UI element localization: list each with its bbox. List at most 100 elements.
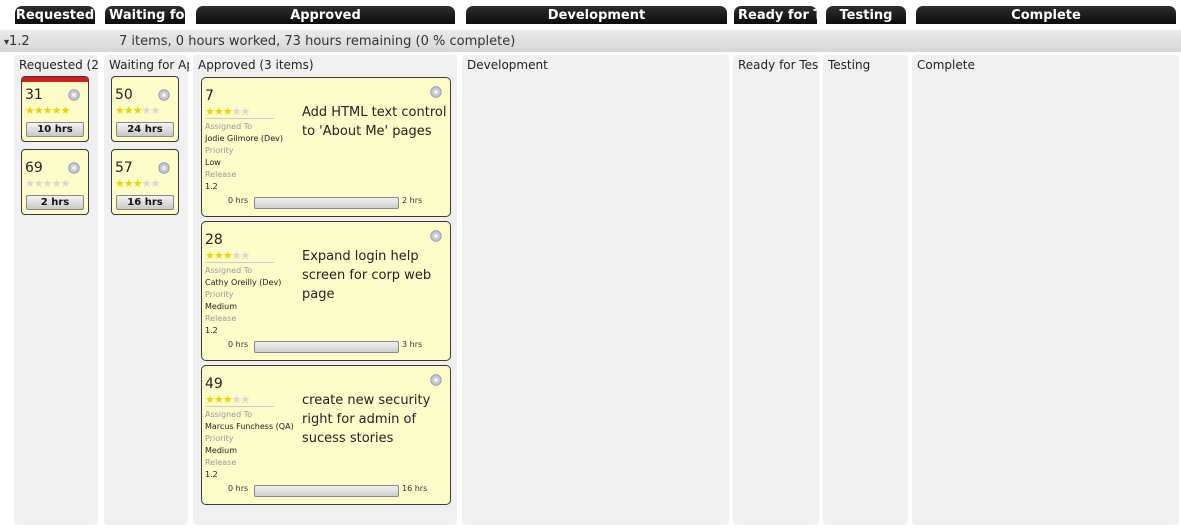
column-development: Development: [462, 55, 729, 525]
star-icon: ★: [25, 104, 35, 117]
swimlane-summary: 7 items, 0 hours worked, 73 hours remain…: [119, 34, 516, 49]
column-title: Testing: [828, 58, 871, 72]
task-card[interactable]: 7 ★★★★★ Assigned To Jodie Gilmore (Dev) …: [201, 77, 451, 217]
star-icon: ★: [222, 393, 233, 406]
star-icon: ★: [213, 105, 224, 118]
progress-bar: [254, 341, 399, 353]
column-ready-for-test: Ready for Testi: [733, 55, 819, 525]
card-id: 7: [205, 88, 214, 104]
gear-icon[interactable]: [68, 89, 80, 101]
task-card[interactable]: 57 ★★★★★ 16 hrs: [111, 149, 179, 215]
column-complete: Complete: [912, 55, 1179, 525]
hours-remaining: 3 hrs: [402, 340, 423, 349]
priority-value: Low: [205, 158, 221, 167]
star-empty-icon: ★: [240, 393, 251, 406]
star-empty-icon: ★: [51, 177, 62, 190]
column-header-requested[interactable]: Requested: [15, 6, 95, 24]
gear-icon[interactable]: [68, 162, 80, 174]
star-empty-icon: ★: [240, 105, 251, 118]
priority-stars: ★★★★★: [25, 104, 71, 117]
priority-stars: ★★★★★: [205, 393, 251, 406]
hours-worked: 0 hrs: [228, 484, 249, 493]
star-empty-icon: ★: [231, 105, 242, 118]
gear-icon[interactable]: [158, 89, 170, 101]
swimlane-toggle[interactable]: ▾1.2: [4, 34, 30, 49]
card-id: 57: [115, 160, 133, 176]
divider: [205, 118, 274, 119]
card-id: 69: [25, 160, 43, 176]
star-icon: ★: [205, 105, 215, 118]
card-id: 28: [205, 232, 223, 248]
column-header-approved[interactable]: Approved: [196, 6, 455, 24]
hours-label: 10 hrs: [26, 122, 84, 137]
column-title: Ready for Testi: [738, 58, 818, 72]
column-header-development[interactable]: Development: [466, 6, 727, 24]
star-icon: ★: [132, 104, 143, 117]
assigned-value: Jodie Gilmore (Dev): [205, 134, 283, 143]
divider: [205, 262, 274, 263]
card-id: 49: [205, 376, 223, 392]
assigned-label: Assigned To: [205, 410, 253, 419]
priority-stars: ★★★★★: [115, 177, 161, 190]
task-card[interactable]: 31 ★★★★★ 10 hrs: [21, 76, 89, 142]
progress-bar: [254, 485, 399, 497]
progress-bar: [254, 197, 399, 209]
star-empty-icon: ★: [25, 177, 35, 190]
star-empty-icon: ★: [231, 249, 242, 262]
gear-icon[interactable]: [430, 230, 442, 242]
star-icon: ★: [213, 249, 224, 262]
assigned-value: Marcus Funchess (QA): [205, 422, 294, 431]
priority-stars: ★★★★★: [205, 249, 251, 262]
star-icon: ★: [132, 177, 143, 190]
blocked-flag: [22, 77, 88, 82]
priority-stars: ★★★★★: [25, 177, 70, 190]
hours-label: 24 hrs: [116, 122, 174, 137]
release-value: 1.2: [205, 470, 218, 479]
star-empty-icon: ★: [240, 249, 251, 262]
hours-label: 16 hrs: [116, 195, 174, 210]
release-value: 1.2: [205, 326, 218, 335]
hours-worked: 0 hrs: [228, 196, 249, 205]
column-title: Approved (3 items): [198, 58, 314, 72]
star-icon: ★: [205, 393, 215, 406]
star-icon: ★: [205, 249, 215, 262]
hours-remaining: 2 hrs: [402, 196, 423, 205]
star-icon: ★: [51, 104, 62, 117]
column-header-testing[interactable]: Testing: [826, 6, 906, 24]
column-header-complete[interactable]: Complete: [916, 6, 1176, 24]
star-icon: ★: [42, 104, 53, 117]
star-icon: ★: [60, 104, 71, 117]
card-title: Expand login help screen for corp web pa…: [302, 249, 432, 302]
task-card[interactable]: 49 ★★★★★ Assigned To Marcus Funchess (QA…: [201, 365, 451, 505]
gear-icon[interactable]: [430, 86, 442, 98]
card-title: create new security right for admin of s…: [302, 393, 431, 446]
task-card[interactable]: 28 ★★★★★ Assigned To Cathy Oreilly (Dev)…: [201, 221, 451, 361]
star-icon: ★: [115, 104, 125, 117]
star-empty-icon: ★: [33, 177, 44, 190]
assigned-label: Assigned To: [205, 266, 253, 275]
column-testing: Testing: [823, 55, 908, 525]
swimlane-header[interactable]: ▾1.2 7 items, 0 hours worked, 73 hours r…: [0, 30, 1181, 52]
star-empty-icon: ★: [150, 104, 161, 117]
gear-icon[interactable]: [158, 162, 170, 174]
hours-worked: 0 hrs: [228, 340, 249, 349]
star-icon: ★: [213, 393, 224, 406]
star-icon: ★: [123, 104, 134, 117]
column-header-ready-for-test[interactable]: Ready for To: [734, 6, 817, 24]
priority-stars: ★★★★★: [115, 104, 161, 117]
assigned-value: Cathy Oreilly (Dev): [205, 278, 282, 287]
card-id: 50: [115, 87, 133, 103]
hours-remaining: 16 hrs: [402, 484, 428, 493]
task-card[interactable]: 50 ★★★★★ 24 hrs: [111, 76, 179, 142]
column-title: Development: [467, 58, 548, 72]
star-icon: ★: [222, 249, 233, 262]
release-label: Release: [205, 314, 237, 323]
star-empty-icon: ★: [231, 393, 242, 406]
star-icon: ★: [33, 104, 44, 117]
column-header-waiting[interactable]: Waiting for: [105, 6, 185, 24]
star-icon: ★: [222, 105, 233, 118]
star-empty-icon: ★: [141, 177, 152, 190]
gear-icon[interactable]: [430, 374, 442, 386]
task-card[interactable]: 69 ★★★★★ 2 hrs: [21, 149, 89, 215]
star-empty-icon: ★: [150, 177, 161, 190]
